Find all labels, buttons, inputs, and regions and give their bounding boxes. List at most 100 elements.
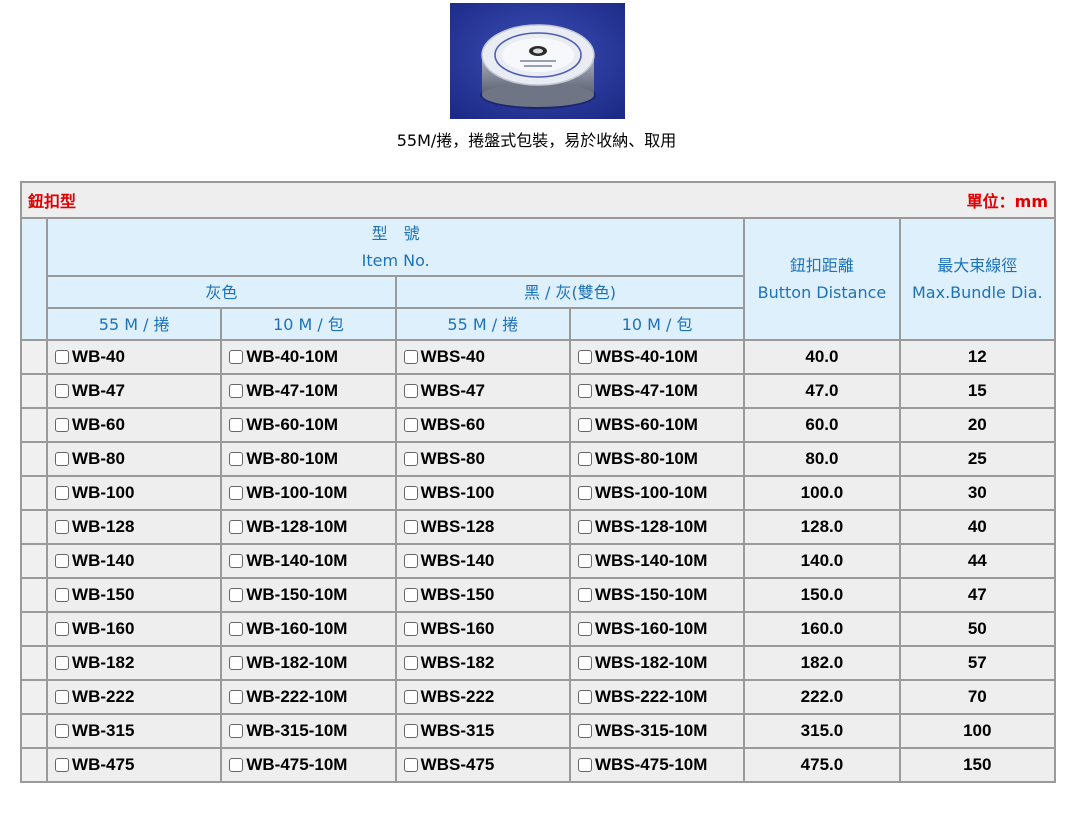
item-select[interactable]: WBS-475 xyxy=(397,755,569,775)
item-select[interactable]: WBS-140 xyxy=(397,551,569,571)
checkbox-icon[interactable] xyxy=(229,384,244,398)
checkbox-icon[interactable] xyxy=(55,418,70,432)
checkbox-icon[interactable] xyxy=(55,554,70,568)
item-select[interactable]: WBS-60-10M xyxy=(571,415,743,435)
item-select[interactable]: WBS-128 xyxy=(397,517,569,537)
checkbox-icon[interactable] xyxy=(55,588,70,602)
item-select[interactable]: WBS-40-10M xyxy=(571,347,743,367)
checkbox-icon[interactable] xyxy=(577,486,592,500)
item-select[interactable]: WBS-160 xyxy=(397,619,569,639)
item-select[interactable]: WBS-315-10M xyxy=(571,721,743,741)
checkbox-icon[interactable] xyxy=(403,656,418,670)
item-select[interactable]: WBS-160-10M xyxy=(571,619,743,639)
item-select[interactable]: WBS-128-10M xyxy=(571,517,743,537)
checkbox-icon[interactable] xyxy=(403,418,418,432)
item-select[interactable]: WBS-150 xyxy=(397,585,569,605)
checkbox-icon[interactable] xyxy=(55,690,70,704)
checkbox-icon[interactable] xyxy=(403,622,418,636)
checkbox-icon[interactable] xyxy=(403,588,418,602)
checkbox-icon[interactable] xyxy=(229,520,244,534)
item-select[interactable]: WBS-100-10M xyxy=(571,483,743,503)
item-select[interactable]: WBS-40 xyxy=(397,347,569,367)
checkbox-icon[interactable] xyxy=(403,724,418,738)
item-select[interactable]: WB-140 xyxy=(48,551,220,571)
item-select[interactable]: WB-128 xyxy=(48,517,220,537)
item-select[interactable]: WB-140-10M xyxy=(222,551,394,571)
checkbox-icon[interactable] xyxy=(229,350,244,364)
checkbox-icon[interactable] xyxy=(577,622,592,636)
checkbox-icon[interactable] xyxy=(403,350,418,364)
checkbox-icon[interactable] xyxy=(577,758,592,772)
item-select[interactable]: WB-182-10M xyxy=(222,653,394,673)
item-select[interactable]: WB-182 xyxy=(48,653,220,673)
item-select[interactable]: WBS-140-10M xyxy=(571,551,743,571)
item-select[interactable]: WB-222 xyxy=(48,687,220,707)
checkbox-icon[interactable] xyxy=(55,724,70,738)
item-select[interactable]: WB-47-10M xyxy=(222,381,394,401)
checkbox-icon[interactable] xyxy=(55,486,70,500)
checkbox-icon[interactable] xyxy=(403,384,418,398)
checkbox-icon[interactable] xyxy=(229,418,244,432)
item-select[interactable]: WB-315 xyxy=(48,721,220,741)
checkbox-icon[interactable] xyxy=(577,554,592,568)
checkbox-icon[interactable] xyxy=(403,758,418,772)
checkbox-icon[interactable] xyxy=(55,520,70,534)
item-select[interactable]: WB-150 xyxy=(48,585,220,605)
item-select[interactable]: WBS-60 xyxy=(397,415,569,435)
item-select[interactable]: WB-100 xyxy=(48,483,220,503)
checkbox-icon[interactable] xyxy=(55,622,70,636)
item-select[interactable]: WB-150-10M xyxy=(222,585,394,605)
checkbox-icon[interactable] xyxy=(403,520,418,534)
item-select[interactable]: WB-40-10M xyxy=(222,347,394,367)
checkbox-icon[interactable] xyxy=(577,350,592,364)
item-select[interactable]: WB-80-10M xyxy=(222,449,394,469)
item-select[interactable]: WB-475-10M xyxy=(222,755,394,775)
checkbox-icon[interactable] xyxy=(229,724,244,738)
checkbox-icon[interactable] xyxy=(403,452,418,466)
checkbox-icon[interactable] xyxy=(55,350,70,364)
checkbox-icon[interactable] xyxy=(577,690,592,704)
checkbox-icon[interactable] xyxy=(229,588,244,602)
item-select[interactable]: WB-475 xyxy=(48,755,220,775)
checkbox-icon[interactable] xyxy=(577,384,592,398)
item-select[interactable]: WBS-80 xyxy=(397,449,569,469)
checkbox-icon[interactable] xyxy=(577,452,592,466)
item-select[interactable]: WBS-182-10M xyxy=(571,653,743,673)
checkbox-icon[interactable] xyxy=(229,554,244,568)
item-select[interactable]: WBS-100 xyxy=(397,483,569,503)
checkbox-icon[interactable] xyxy=(55,758,70,772)
item-select[interactable]: WB-60-10M xyxy=(222,415,394,435)
item-select[interactable]: WBS-182 xyxy=(397,653,569,673)
checkbox-icon[interactable] xyxy=(229,486,244,500)
checkbox-icon[interactable] xyxy=(55,452,70,466)
checkbox-icon[interactable] xyxy=(577,588,592,602)
item-select[interactable]: WBS-315 xyxy=(397,721,569,741)
checkbox-icon[interactable] xyxy=(403,486,418,500)
checkbox-icon[interactable] xyxy=(229,690,244,704)
checkbox-icon[interactable] xyxy=(577,656,592,670)
item-select[interactable]: WB-100-10M xyxy=(222,483,394,503)
item-select[interactable]: WBS-80-10M xyxy=(571,449,743,469)
checkbox-icon[interactable] xyxy=(229,656,244,670)
item-select[interactable]: WB-160 xyxy=(48,619,220,639)
item-select[interactable]: WB-128-10M xyxy=(222,517,394,537)
checkbox-icon[interactable] xyxy=(229,758,244,772)
item-select[interactable]: WB-80 xyxy=(48,449,220,469)
item-select[interactable]: WBS-222-10M xyxy=(571,687,743,707)
checkbox-icon[interactable] xyxy=(55,384,70,398)
checkbox-icon[interactable] xyxy=(403,554,418,568)
item-select[interactable]: WBS-47-10M xyxy=(571,381,743,401)
checkbox-icon[interactable] xyxy=(577,418,592,432)
item-select[interactable]: WB-315-10M xyxy=(222,721,394,741)
item-select[interactable]: WB-222-10M xyxy=(222,687,394,707)
checkbox-icon[interactable] xyxy=(229,452,244,466)
item-select[interactable]: WB-40 xyxy=(48,347,220,367)
item-select[interactable]: WB-60 xyxy=(48,415,220,435)
checkbox-icon[interactable] xyxy=(577,520,592,534)
checkbox-icon[interactable] xyxy=(55,656,70,670)
item-select[interactable]: WBS-475-10M xyxy=(571,755,743,775)
checkbox-icon[interactable] xyxy=(229,622,244,636)
item-select[interactable]: WB-160-10M xyxy=(222,619,394,639)
checkbox-icon[interactable] xyxy=(403,690,418,704)
checkbox-icon[interactable] xyxy=(577,724,592,738)
